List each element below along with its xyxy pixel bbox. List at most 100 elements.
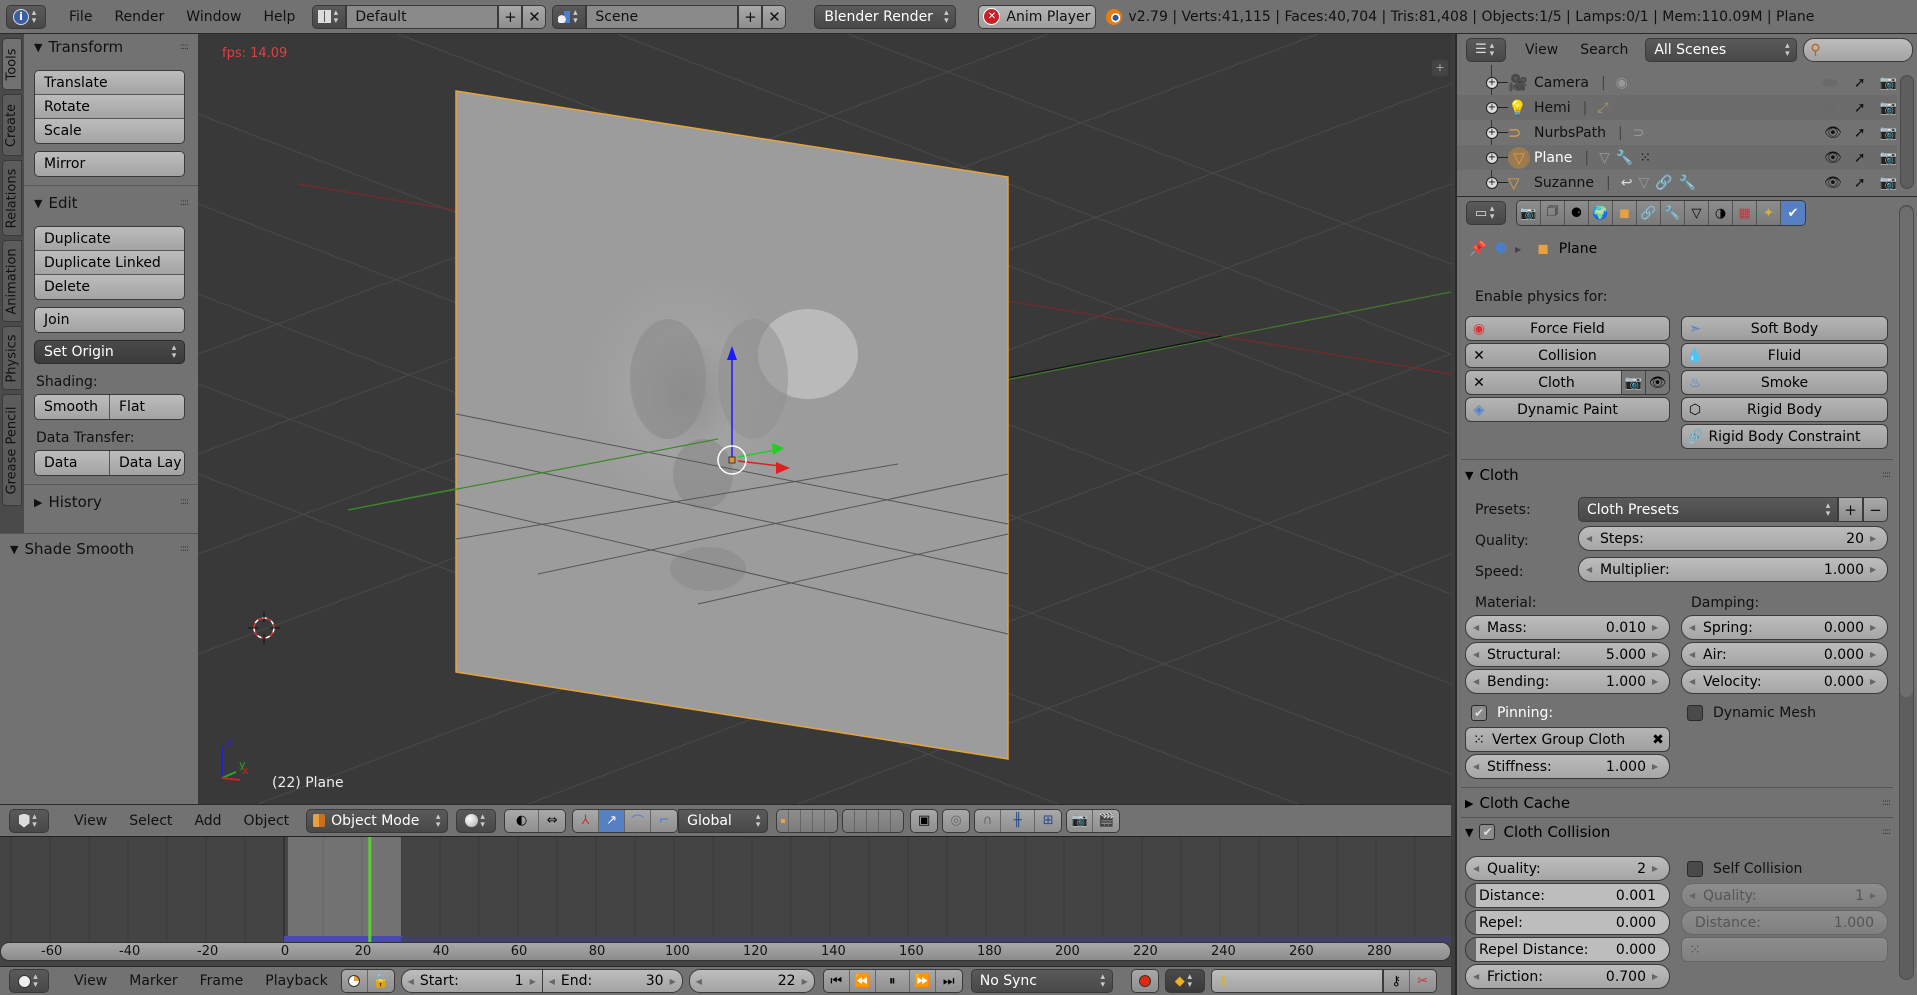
repel-distance-slider[interactable]: Repel Distance: 0.000 [1465, 937, 1670, 962]
current-frame-field[interactable]: ◀ 22 ▶ [688, 969, 815, 993]
outliner-item-suzanne[interactable]: + ▽ Suzanne | ↩ ▽ 🔗 🔧 👁 ➚ 📷 [1457, 170, 1897, 195]
force-field-button[interactable]: ◉ Force Field [1465, 316, 1670, 341]
display-mode-dropdown[interactable]: All Scenes ▴ ▾ [1645, 37, 1798, 62]
increment-arrow-icon[interactable]: ▶ [1652, 677, 1662, 686]
menu-search[interactable]: Search [1569, 42, 1639, 58]
properties-scrollbar-thumb[interactable] [1900, 207, 1913, 697]
menu-view[interactable]: View [63, 813, 118, 829]
render-engine-dropdown[interactable]: Blender Render ▴ ▾ [814, 4, 957, 29]
visibility-eye-icon[interactable]: 👁 [1824, 175, 1842, 191]
increment-arrow-icon[interactable]: ▶ [530, 977, 536, 986]
multiplier-field[interactable]: ◀ Multiplier: 1.000 ▶ [1578, 557, 1888, 582]
opengl-render-button[interactable]: 📷 [1067, 809, 1094, 832]
self-collision-distance-slider[interactable]: Distance: 1.000 [1681, 910, 1888, 935]
editor-type-button[interactable]: ▭ ▴ ▾ [1466, 201, 1506, 225]
menu-select[interactable]: Select [118, 813, 183, 829]
outliner-scrollbar[interactable] [1900, 75, 1914, 189]
cloth-viewport-toggle[interactable]: 👁 [1645, 371, 1669, 394]
outliner-item-nurbspath[interactable]: + ⊃ NurbsPath | ⊃ 👁 ➚ 📷 [1457, 120, 1897, 145]
rigid-body-constraint-button[interactable]: 🔗 Rigid Body Constraint [1681, 424, 1888, 449]
structural-field[interactable]: ◀ Structural: 5.000 ▶ [1465, 642, 1670, 667]
spring-damping-field[interactable]: ◀ Spring: 0.000 ▶ [1681, 615, 1888, 640]
anim-player-button[interactable]: ✕ Anim Player [978, 4, 1097, 29]
pin-stiffness-field[interactable]: ◀ Stiffness: 1.000 ▶ [1465, 754, 1670, 779]
snap-element-dropdown[interactable]: ╫ [1001, 809, 1036, 832]
increment-arrow-icon[interactable]: ▶ [1870, 623, 1880, 632]
snap-target-toggle[interactable]: ⊞ [1035, 810, 1061, 832]
menu-frame[interactable]: Frame [189, 973, 255, 989]
editor-type-button[interactable]: i ▴ ▾ [6, 4, 46, 29]
keying-mode-dropdown[interactable]: ◆ ▴ ▾ [1164, 969, 1205, 993]
join-button[interactable]: Join [35, 308, 184, 332]
menu-object[interactable]: Object [233, 813, 301, 829]
visibility-eye-icon[interactable] [1821, 103, 1838, 112]
scene-name[interactable]: Scene [586, 4, 739, 29]
insert-keyframe-button[interactable]: ⚷ [1384, 970, 1410, 992]
increment-arrow-icon[interactable]: ▶ [1870, 891, 1880, 900]
proportional-edit-toggle[interactable]: ◎ [943, 810, 969, 832]
self-collision-quality-field[interactable]: ◀ Quality: 1 ▶ [1681, 883, 1888, 908]
visibility-eye-icon[interactable]: 👁 [1824, 150, 1842, 166]
drag-grip-icon[interactable]: :::: [180, 42, 189, 52]
layer-1[interactable] [777, 809, 790, 832]
screen-layout-selector[interactable]: ▴ ▾ [312, 4, 347, 29]
render-camera-icon[interactable]: 📷 [1880, 125, 1897, 141]
tab-relations[interactable]: Relations [2, 160, 22, 236]
self-collision-vertex-group-field[interactable]: ⁙ [1681, 937, 1888, 962]
decrement-arrow-icon[interactable]: ◀ [1473, 650, 1483, 659]
increment-arrow-icon[interactable]: ▶ [1652, 864, 1662, 873]
increment-arrow-icon[interactable]: ▶ [1652, 623, 1662, 632]
opengl-render-animation-button[interactable]: 🎬 [1093, 810, 1119, 832]
data-layout-button[interactable]: Data Lay [110, 451, 184, 475]
decrement-arrow-icon[interactable]: ◀ [1473, 623, 1483, 632]
pause-button[interactable]: ⏸ [876, 970, 910, 992]
history-panel-header[interactable]: ▶ History :::: [24, 489, 198, 515]
increment-arrow-icon[interactable]: ▶ [1870, 534, 1880, 543]
tab-constraints[interactable]: 🔗 [1637, 201, 1661, 225]
outliner-search-input[interactable]: ⚲ [1803, 37, 1914, 62]
scene-selector[interactable]: ▴ ▾ [552, 4, 587, 29]
add-scene-button[interactable]: + [738, 4, 763, 29]
scale-manipulator-toggle[interactable]: ⌐ [651, 810, 677, 832]
manipulator-toggle[interactable]: ⅄ [573, 809, 600, 832]
tab-texture[interactable]: ▦ [1733, 201, 1757, 225]
select-cursor-icon[interactable]: ➚ [1854, 125, 1866, 141]
add-screen-button[interactable]: + [498, 4, 523, 29]
decrement-arrow-icon[interactable]: ◀ [1689, 891, 1699, 900]
delete-scene-button[interactable]: ✕ [762, 4, 787, 29]
menu-render[interactable]: Render [103, 9, 175, 25]
decrement-arrow-icon[interactable]: ◀ [1689, 677, 1699, 686]
decrement-arrow-icon[interactable]: ◀ [1473, 762, 1483, 771]
render-camera-icon[interactable]: 📷 [1880, 175, 1897, 191]
keying-set-field[interactable]: ⚷ [1210, 969, 1383, 993]
layer-10[interactable] [891, 810, 903, 832]
jump-keyframe-forward-button[interactable]: ⏩ [910, 970, 936, 992]
editor-type-button[interactable]: ▴ ▾ [9, 808, 49, 833]
duplicate-button[interactable]: Duplicate [35, 227, 184, 251]
screen-layout-name[interactable]: Default [346, 4, 499, 29]
sync-mode-dropdown[interactable]: No Sync ▴ ▾ [970, 969, 1113, 993]
collision-distance-slider[interactable]: Distance: 0.001 [1465, 883, 1670, 908]
transform-orientation-dropdown[interactable]: Global ▴ ▾ [678, 808, 769, 833]
drag-grip-icon[interactable]: :::: [1882, 827, 1891, 837]
decrement-arrow-icon[interactable]: ◀ [1473, 677, 1483, 686]
increment-arrow-icon[interactable]: ▶ [670, 977, 676, 986]
layer-2[interactable] [789, 809, 802, 832]
outliner-item-plane[interactable]: + ▽ Plane | ▽ 🔧 ⁙ 👁 ➚ 📷 [1457, 145, 1897, 170]
tab-world[interactable]: 🌍 [1589, 201, 1613, 225]
3d-viewport[interactable]: fps: 14.09 z y x (22) Plane + [198, 34, 1451, 804]
set-origin-dropdown[interactable]: Set Origin ▴ ▾ [34, 340, 185, 364]
cloth-presets-dropdown[interactable]: Cloth Presets ▴ ▾ [1578, 497, 1838, 522]
expand-icon[interactable]: + [1486, 101, 1498, 114]
layer-3[interactable] [801, 809, 814, 832]
menu-window[interactable]: Window [175, 9, 252, 25]
pivot-point-dropdown[interactable]: ◐ [505, 809, 540, 832]
tab-animation[interactable]: Animation [2, 240, 22, 322]
select-cursor-icon[interactable]: ➚ [1854, 100, 1866, 116]
shade-smooth-panel-header[interactable]: ▼ Shade Smooth :::: [0, 536, 198, 562]
expand-icon[interactable]: + [1486, 176, 1498, 189]
lock-time-cursor-toggle[interactable]: 🔒 [368, 970, 394, 992]
select-cursor-icon[interactable]: ➚ [1854, 175, 1866, 191]
rotate-manipulator-toggle[interactable]: ⌒ [625, 809, 652, 832]
duplicate-linked-button[interactable]: Duplicate Linked [35, 251, 184, 275]
